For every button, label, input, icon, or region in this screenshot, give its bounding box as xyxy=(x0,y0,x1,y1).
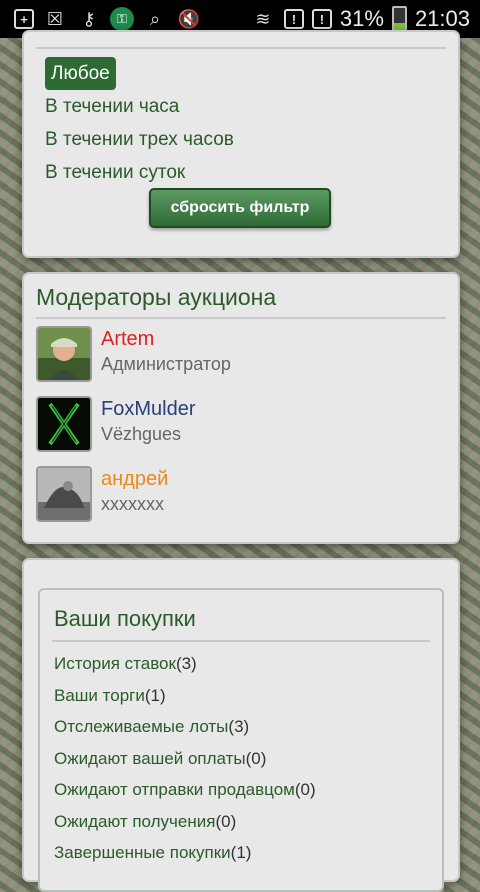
reset-filter-button[interactable]: сбросить фильтр xyxy=(149,188,331,228)
moderator-role: xxxxxxx xyxy=(101,494,164,514)
purchase-link-label[interactable]: Завершенные покупки xyxy=(54,843,231,862)
purchase-link[interactable]: История ставок(3) xyxy=(40,648,442,680)
purchase-link-label[interactable]: Ожидают вашей оплаты xyxy=(54,749,246,768)
purchase-count: (3) xyxy=(228,717,250,736)
avatar[interactable] xyxy=(36,466,92,522)
moderator-name[interactable]: FoxMulder xyxy=(101,398,195,421)
clock: 21:03 xyxy=(414,6,470,31)
filter-options: Любое В течении часа В течении трех часо… xyxy=(24,57,458,189)
purchase-link[interactable]: Отслеживаемые лоты(3) xyxy=(40,711,442,743)
moderator-role: Администратор xyxy=(101,354,231,374)
signal-2-alert-icon: ! xyxy=(311,9,332,29)
purchase-link[interactable]: Ваши торги(1) xyxy=(40,680,442,712)
purchase-count: (0) xyxy=(215,811,237,831)
purchase-link-label[interactable]: Ожидают отправки продавцом xyxy=(54,780,295,799)
purchase-link-label[interactable]: Отслеживаемые лоты xyxy=(54,717,228,736)
purchase-link[interactable]: Ожидают получения(0) xyxy=(40,806,442,838)
moderator-foxmulder[interactable]: FoxMulder Vëzhgues xyxy=(36,396,336,452)
battery-icon xyxy=(391,6,407,32)
key-icon: ⚷ xyxy=(82,8,96,29)
purchase-count: (3) xyxy=(175,654,197,673)
purchase-count: (1) xyxy=(144,685,166,705)
purchase-count: (1) xyxy=(230,843,252,862)
divider xyxy=(36,317,446,319)
purchase-link-label[interactable]: Ваши торги xyxy=(54,686,145,705)
filter-option-three-hours[interactable]: В течении трех часов xyxy=(39,123,458,156)
moderators-panel: Модераторы аукциона Artem Администратор … xyxy=(22,272,460,544)
purchase-link-label[interactable]: История ставок xyxy=(54,654,176,673)
purchases-title: Ваши покупки xyxy=(54,606,196,631)
purchase-link-label[interactable]: Ожидают получения xyxy=(54,812,215,831)
wifi-icon: ≋ xyxy=(255,8,271,29)
search-icon: ⌕ xyxy=(149,8,161,29)
moderator-artem[interactable]: Artem Администратор xyxy=(36,326,336,382)
signal-1-alert-icon: ! xyxy=(283,9,304,29)
mute-icon: 🔇 xyxy=(177,8,201,29)
purchase-link[interactable]: Ожидают вашей оплаты(0) xyxy=(40,743,442,775)
purchase-count: (0) xyxy=(294,780,316,799)
filter-option-day[interactable]: В течении суток xyxy=(39,156,458,189)
moderator-name[interactable]: Artem xyxy=(101,328,154,351)
moderators-title: Модераторы аукциона xyxy=(36,284,277,310)
missed-call-icon: ☒ xyxy=(46,8,64,29)
filter-option-any[interactable]: Любое xyxy=(39,57,458,90)
add-box-icon: + xyxy=(14,9,34,29)
moderator-role: Vëzhgues xyxy=(101,424,182,444)
purchases-list: История ставок(3) Ваши торги(1) Отслеживае… xyxy=(40,648,442,869)
battery-percent: 31% xyxy=(339,6,384,31)
purchase-count: (0) xyxy=(245,748,267,768)
moderator-andrey[interactable]: андрей xxxxxxx xyxy=(36,466,336,522)
avatar[interactable] xyxy=(36,396,92,452)
purchases-box: Ваши покупки История ставок(3) Ваши торги… xyxy=(38,588,444,892)
purchase-link[interactable]: Завершенные покупки(1) xyxy=(40,837,442,869)
filter-option-label: Любое xyxy=(45,57,116,90)
time-filter-panel: Любое В течении часа В течении трех часо… xyxy=(22,30,460,258)
purchase-link[interactable]: Ожидают отправки продавцом(0) xyxy=(40,774,442,806)
vpn-key-icon: ⚿ xyxy=(110,7,134,31)
avatar[interactable] xyxy=(36,326,92,382)
moderator-name[interactable]: андрей xyxy=(101,468,168,491)
purchases-panel: Ваши покупки История ставок(3) Ваши торги… xyxy=(22,558,460,892)
filter-option-hour[interactable]: В течении часа xyxy=(39,90,458,123)
